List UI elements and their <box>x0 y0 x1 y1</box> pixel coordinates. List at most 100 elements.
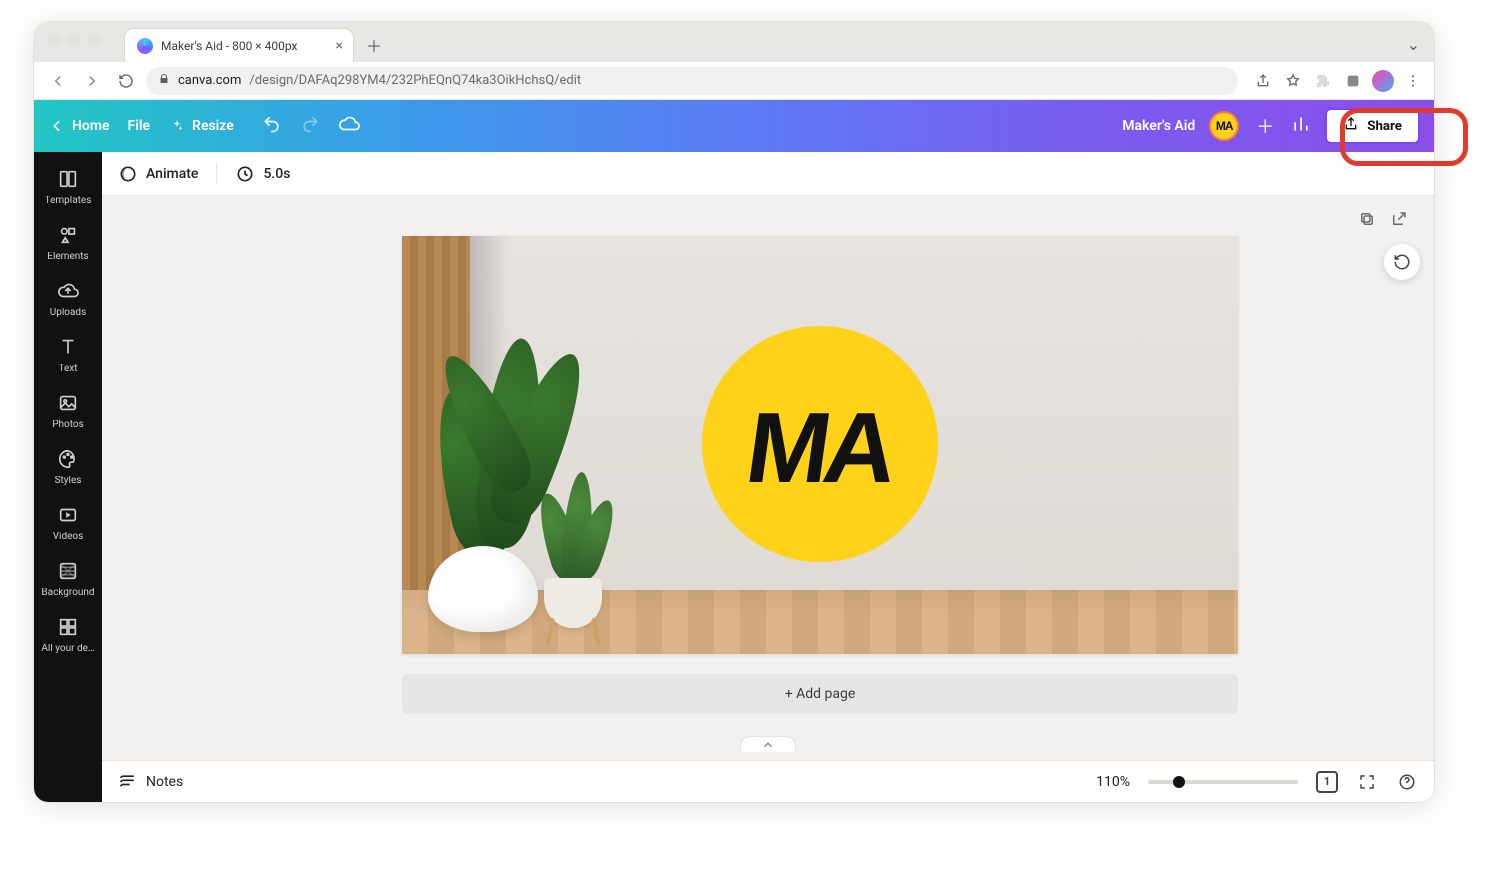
help-icon[interactable] <box>1396 771 1418 793</box>
lock-icon <box>158 73 170 88</box>
sparkle-icon <box>168 117 186 135</box>
file-menu[interactable]: File <box>128 118 151 134</box>
share-page-icon[interactable] <box>1252 70 1274 92</box>
url-host: canva.com <box>178 73 241 88</box>
expand-pages-nub[interactable] <box>740 736 796 752</box>
share-label: Share <box>1367 119 1402 134</box>
sidebar-label: Text <box>58 364 77 374</box>
room-scene: MA <box>402 236 1238 654</box>
large-plant <box>432 298 552 558</box>
nav-forward-icon[interactable] <box>78 67 106 95</box>
zoom-slider[interactable] <box>1148 780 1298 784</box>
duration-label: 5.0s <box>263 166 290 182</box>
animate-button[interactable]: Animate <box>118 164 198 184</box>
app-body: Templates Elements Uploads Text Photos S… <box>34 152 1434 802</box>
small-plant <box>540 462 610 582</box>
templates-icon <box>57 168 79 190</box>
sidebar-item-text[interactable]: Text <box>34 326 102 382</box>
window-minimize-icon[interactable] <box>68 34 80 46</box>
sidebar-item-photos[interactable]: Photos <box>34 382 102 438</box>
notes-icon <box>118 772 138 792</box>
fullscreen-icon[interactable] <box>1356 771 1378 793</box>
insights-icon[interactable] <box>1291 114 1311 138</box>
window-close-icon[interactable] <box>48 34 60 46</box>
profile-avatar-icon[interactable] <box>1372 70 1394 92</box>
extensions-icon[interactable] <box>1312 70 1334 92</box>
sidebar-item-all-your-designs[interactable]: All your de… <box>34 606 102 662</box>
sidebar-label: Uploads <box>50 308 86 318</box>
tab-title: Maker's Aid - 800 × 400px <box>161 39 298 53</box>
sidebar-label: Templates <box>45 196 92 206</box>
page-tools <box>1358 210 1408 232</box>
logo-text: MA <box>740 391 900 506</box>
cloud-sync-icon[interactable] <box>338 113 360 139</box>
nav-back-icon[interactable] <box>44 67 72 95</box>
add-page-label: + Add page <box>785 686 856 702</box>
sidebar-item-uploads[interactable]: Uploads <box>34 270 102 326</box>
left-sidebar: Templates Elements Uploads Text Photos S… <box>34 152 102 802</box>
share-upload-icon <box>1343 116 1359 136</box>
browser-window: Maker's Aid - 800 × 400px × ＋ ⌄ canva.co… <box>34 22 1434 802</box>
logo-circle[interactable]: MA <box>702 326 938 562</box>
regenerate-button[interactable] <box>1384 244 1420 280</box>
sidebar-label: Background <box>41 588 94 598</box>
url-path: /design/DAFAq298YM4/232PhEQnQ74ka3OikHch… <box>249 73 581 88</box>
sidebar-item-styles[interactable]: Styles <box>34 438 102 494</box>
undo-button[interactable] <box>262 114 282 138</box>
sidebar-label: Styles <box>55 476 82 486</box>
project-name[interactable]: Maker's Aid <box>1122 118 1195 134</box>
add-page-button[interactable]: + Add page <box>402 674 1238 714</box>
tab-close-icon[interactable]: × <box>336 38 343 54</box>
extension-badge-icon[interactable] <box>1342 70 1364 92</box>
duration-button[interactable]: 5.0s <box>235 164 290 184</box>
chevron-left-icon <box>48 117 66 135</box>
duplicate-page-icon[interactable] <box>1358 210 1376 232</box>
address-bar[interactable]: canva.com/design/DAFAq298YM4/232PhEQnQ74… <box>146 67 1238 95</box>
sidebar-item-background[interactable]: Background <box>34 550 102 606</box>
open-external-icon[interactable] <box>1390 210 1408 232</box>
zoom-slider-knob[interactable] <box>1173 776 1185 788</box>
home-button[interactable]: Home <box>48 117 110 135</box>
address-actions <box>1252 70 1424 92</box>
home-label: Home <box>72 118 110 134</box>
user-avatar-badge[interactable]: MA <box>1209 111 1239 141</box>
new-tab-button[interactable]: ＋ <box>360 31 388 59</box>
photos-icon <box>57 392 79 414</box>
browser-tab[interactable]: Maker's Aid - 800 × 400px × <box>124 28 354 62</box>
zoom-level[interactable]: 110% <box>1096 774 1130 790</box>
animate-icon <box>118 164 138 184</box>
grid-icon <box>57 616 79 638</box>
share-button[interactable]: Share <box>1325 108 1420 144</box>
canva-favicon-icon <box>137 38 153 54</box>
redo-button[interactable] <box>300 114 320 138</box>
styles-icon <box>57 448 79 470</box>
text-icon <box>57 336 79 358</box>
nav-reload-icon[interactable] <box>112 67 140 95</box>
sidebar-item-elements[interactable]: Elements <box>34 214 102 270</box>
notes-label: Notes <box>146 774 183 790</box>
sidebar-label: Elements <box>47 252 88 262</box>
canvas-viewport[interactable]: MA + Add page <box>102 196 1434 760</box>
sidebar-item-templates[interactable]: Templates <box>34 158 102 214</box>
tabs-overflow-icon[interactable]: ⌄ <box>1407 35 1420 54</box>
elements-icon <box>57 224 79 246</box>
notes-button[interactable]: Notes <box>118 772 183 792</box>
page-sub-toolbar: Animate 5.0s <box>102 152 1434 196</box>
plant-stand <box>542 626 604 646</box>
sidebar-item-videos[interactable]: Videos <box>34 494 102 550</box>
page-number: 1 <box>1324 775 1330 788</box>
browser-toolbar: canva.com/design/DAFAq298YM4/232PhEQnQ74… <box>34 62 1434 100</box>
design-page[interactable]: MA <box>402 236 1238 654</box>
kebab-menu-icon[interactable] <box>1402 70 1424 92</box>
bookmark-star-icon[interactable] <box>1282 70 1304 92</box>
divider <box>216 163 217 185</box>
clock-icon <box>235 164 255 184</box>
page-indicator[interactable]: 1 <box>1316 771 1338 793</box>
file-label: File <box>128 118 151 134</box>
canva-top-toolbar: Home File Resize Maker's <box>34 100 1434 152</box>
resize-button[interactable]: Resize <box>168 117 234 135</box>
window-zoom-icon[interactable] <box>88 34 100 46</box>
add-collaborator-button[interactable]: ＋ <box>1253 114 1277 138</box>
browser-tab-strip: Maker's Aid - 800 × 400px × ＋ ⌄ <box>34 22 1434 62</box>
large-pot <box>428 546 538 632</box>
